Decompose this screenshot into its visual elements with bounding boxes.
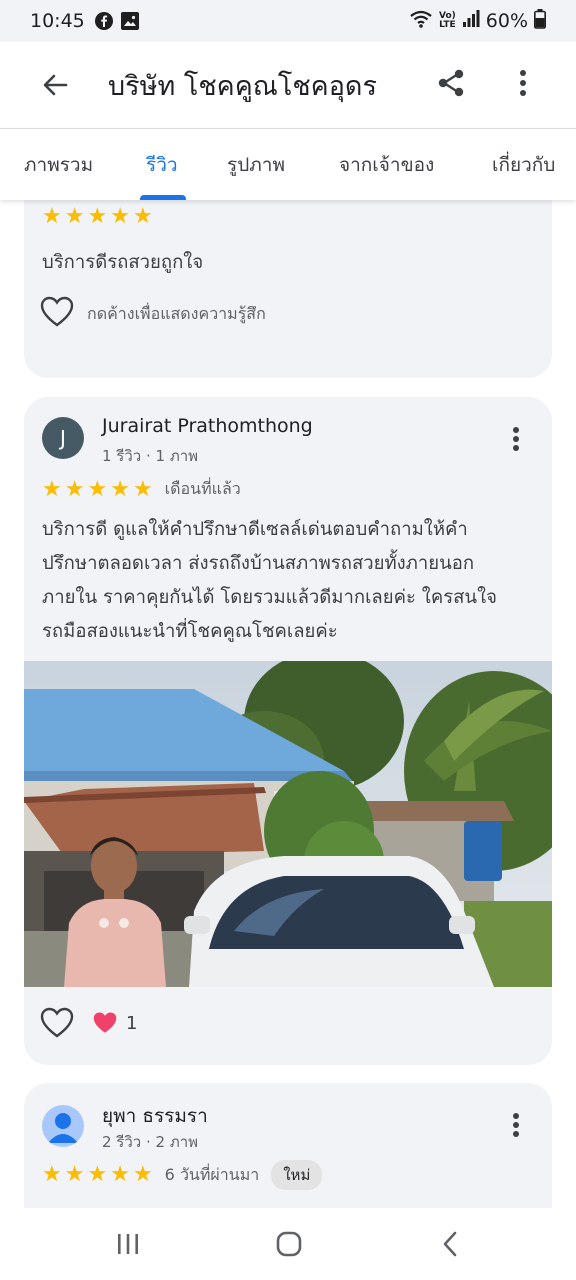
- star-icon: ★: [87, 204, 108, 229]
- share-icon: [438, 69, 464, 97]
- more-vert-icon: [513, 1113, 519, 1137]
- star-icon: ★: [132, 204, 153, 229]
- review-photo[interactable]: [24, 661, 552, 987]
- reviews-list[interactable]: ★ ★ ★ ★ ★ บริการดีรถสวยถูกใจ กดค้างเพื่อแสดง…: [0, 200, 576, 1208]
- chevron-left-icon: [443, 1231, 457, 1257]
- tab-from-owner[interactable]: จากเจ้าของ: [339, 129, 434, 201]
- new-badge: ใหม่: [271, 1160, 323, 1190]
- tab-overview[interactable]: ภาพรวม: [24, 129, 93, 201]
- more-vert-icon: [513, 427, 519, 451]
- star-icon: ★: [132, 476, 153, 502]
- person-icon: [48, 1113, 78, 1143]
- review-text: บริการดี ดูแลให้คำปรึกษาดีเซลล์เด่นตอบคำ…: [42, 519, 497, 642]
- star-rating: ★ ★ ★ ★ ★: [42, 1164, 153, 1186]
- avatar[interactable]: [42, 1105, 84, 1147]
- review-time: 6 วันที่ผ่านมา: [164, 1164, 260, 1184]
- rating-row: ★ ★ ★ ★ ★ 6 วันที่ผ่านมา ใหม่: [42, 1160, 323, 1190]
- star-icon: ★: [64, 476, 85, 502]
- heart-outline-icon: [40, 1007, 74, 1038]
- battery-percent: 60%: [485, 10, 528, 32]
- star-icon: ★: [110, 476, 130, 502]
- tab-reviews[interactable]: รีวิว: [146, 129, 178, 201]
- arrow-back-icon: [43, 74, 68, 96]
- reviewer-meta: 1 รีวิว · 1 ภาพ: [102, 447, 199, 465]
- tab-bar: ภาพรวม รีวิว รูปภาพ จากเจ้าของ เกี่ยวกับ: [0, 128, 576, 200]
- reaction-summary[interactable]: 1: [92, 1011, 137, 1035]
- home-button[interactable]: [259, 1220, 319, 1268]
- review-card: ★ ★ ★ ★ ★ บริการดีรถสวยถูกใจ กดค้างเพื่อแสดง…: [24, 200, 552, 378]
- star-icon: ★: [87, 476, 108, 502]
- app-bar: บริษัท โชคคูณโชคอุดร: [0, 42, 576, 128]
- review-options-button[interactable]: [501, 419, 531, 459]
- status-right: Vo) LTE 60%: [409, 8, 546, 34]
- back-nav-button[interactable]: [420, 1220, 480, 1268]
- recents-icon: [118, 1234, 138, 1254]
- star-icon: ★: [42, 204, 62, 229]
- avatar[interactable]: J: [42, 417, 84, 459]
- review-card: J Jurairat Prathomthong 1 รีวิว · 1 ภาพ …: [24, 397, 552, 1065]
- star-icon: ★: [132, 1162, 153, 1187]
- home-icon: [276, 1231, 302, 1257]
- star-icon: ★: [110, 204, 130, 229]
- like-button[interactable]: [40, 1007, 74, 1039]
- star-rating: ★ ★ ★ ★ ★: [42, 476, 153, 502]
- star-icon: ★: [42, 1162, 62, 1187]
- star-icon: ★: [42, 476, 62, 502]
- tab-about[interactable]: เกี่ยวกับ: [492, 129, 555, 201]
- page-title: บริษัท โชคคูณโชคอุดร: [108, 70, 377, 102]
- heart-outline-icon: [40, 296, 74, 327]
- rating-row: ★ ★ ★ ★ ★ เดือนที่แล้ว: [42, 477, 241, 502]
- like-button[interactable]: [40, 296, 74, 328]
- back-button[interactable]: [30, 60, 80, 110]
- review-time: เดือนที่แล้ว: [164, 479, 241, 498]
- star-icon: ★: [110, 1162, 130, 1187]
- tab-photos[interactable]: รูปภาพ: [227, 129, 285, 201]
- facebook-icon: [94, 12, 113, 30]
- signal-icon: [462, 9, 480, 33]
- reviewer-name[interactable]: Jurairat Prathomthong: [102, 415, 313, 437]
- review-text: บริการดีรถสวยถูกใจ: [42, 252, 204, 273]
- reviewer-meta: 2 รีวิว · 2 ภาพ: [102, 1133, 199, 1151]
- review-card: ยุพา ธรรมรา 2 รีวิว · 2 ภาพ ★ ★ ★ ★ ★ 6 วันท…: [24, 1083, 552, 1208]
- more-vert-icon: [520, 70, 526, 96]
- gallery-icon: [120, 12, 139, 30]
- reviewer-name[interactable]: ยุพา ธรรมรา: [102, 1101, 208, 1131]
- more-options-button[interactable]: [500, 60, 546, 106]
- status-bar: 10:45 Vo) LTE 60%: [0, 0, 576, 42]
- star-icon: ★: [87, 1162, 108, 1187]
- review-options-button[interactable]: [501, 1105, 531, 1145]
- reaction-hint: กดค้างเพื่อแสดงความรู้สึก: [87, 304, 266, 323]
- star-rating: ★ ★ ★ ★ ★: [42, 206, 153, 228]
- star-icon: ★: [64, 1162, 85, 1187]
- heart-filled-icon: [93, 1012, 117, 1033]
- volte-indicator: Vo) LTE: [438, 11, 456, 30]
- recents-button[interactable]: [98, 1220, 158, 1268]
- wifi-icon: [409, 9, 433, 34]
- star-icon: ★: [64, 204, 85, 229]
- battery-icon: [534, 8, 546, 34]
- reaction-count: 1: [126, 1012, 138, 1034]
- system-nav-bar: [0, 1208, 576, 1280]
- share-button[interactable]: [428, 60, 474, 106]
- status-time: 10:45: [30, 10, 85, 32]
- active-tab-indicator: [140, 195, 186, 200]
